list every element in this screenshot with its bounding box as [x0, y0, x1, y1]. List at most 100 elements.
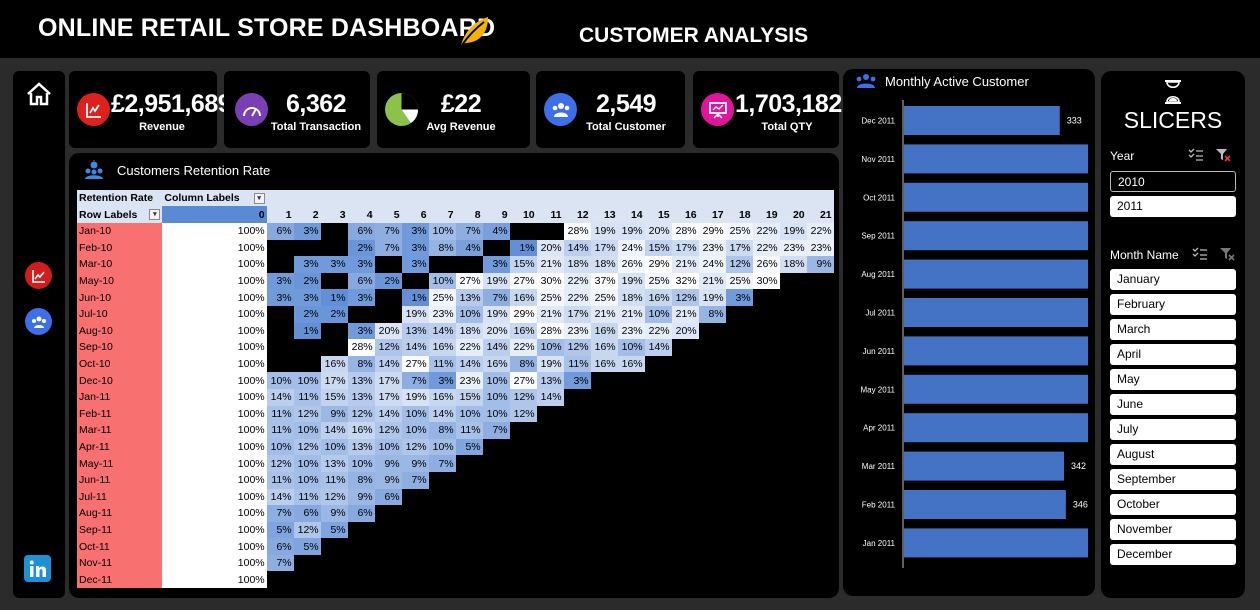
year-option-2010[interactable]: 2010 [1110, 171, 1236, 192]
table-row: Sep-10 100% 28% 12% 14% 16% 22% 14% 22% 10% 12% 16%… [77, 339, 834, 356]
retention-cell: 23% [698, 239, 726, 257]
month-option[interactable]: September [1110, 469, 1236, 490]
retention-cell: 10% [644, 305, 672, 323]
month-option[interactable]: February [1110, 294, 1236, 315]
table-row: Mar-10 100% 3% 3% 3% 3% 3% 15% 21% 18% 18% 26% 29% 21… [77, 256, 834, 273]
month-option[interactable]: March [1110, 319, 1236, 340]
retention-cell: 14% [428, 322, 456, 340]
retention-cell [536, 488, 564, 506]
column-header: 7 [428, 206, 456, 223]
home-icon[interactable] [24, 81, 54, 107]
retention-cell: 9% [401, 455, 429, 472]
retention-cell [428, 571, 456, 589]
trend-chart-icon [77, 93, 110, 126]
retention-cell: 22% [752, 223, 780, 240]
retention-cell [671, 538, 699, 555]
column-labels-text: Column Labels [164, 192, 240, 204]
retention-cell: 14% [374, 355, 402, 373]
table-row: Oct-10 100% 16% 8% 14% 27% 11% 14% 16% 8% 19% 11% 16… [77, 355, 834, 373]
retention-cell [698, 322, 726, 340]
retention-cell: 8% [347, 355, 375, 373]
retention-cell [401, 554, 429, 572]
retention-cell [455, 455, 483, 472]
retention-cell: 11% [266, 471, 294, 489]
filter-dropdown-icon[interactable]: ▾ [253, 192, 265, 204]
retention-cell: 37% [590, 272, 618, 290]
category-label: May 2011 [860, 385, 895, 394]
retention-cell [590, 521, 618, 539]
retention-cell: 13% [347, 388, 375, 406]
row-label: Jul-10 [77, 305, 163, 323]
retention-cell: 20% [482, 322, 510, 340]
retention-cell: 9% [374, 455, 402, 472]
retention-table: Retention Rate Column Labels ▾ Row Labels ▾ 0… [77, 190, 834, 589]
retention-cell [590, 505, 618, 522]
month-option[interactable]: July [1110, 419, 1236, 440]
retention-cell [752, 505, 780, 522]
retention-cell [644, 422, 672, 439]
month-option[interactable]: January [1110, 269, 1236, 290]
column-labels-header: Column Labels ▾ [162, 190, 267, 206]
month-option[interactable]: April [1110, 344, 1236, 365]
retention-cell [752, 339, 780, 356]
retention-cell: 20% [374, 322, 402, 340]
year-option-2011[interactable]: 2011 [1110, 196, 1236, 217]
retention-cell [401, 571, 429, 589]
multi-select-icon[interactable] [1188, 148, 1204, 167]
pivot-columns-row: Row Labels ▾ 0 1 2 3 4 5 6 7 8 9 10 11 12 13 14 15 16 17 18 1… [77, 206, 834, 223]
table-row: Feb-11 100% 11% 12% 9% 12% 14% 10% 14% 10% 10% 12% [77, 405, 834, 423]
retention-cell [428, 256, 456, 273]
retention-cell: 21% [617, 305, 645, 323]
multi-select-icon[interactable] [1192, 247, 1208, 266]
customers-icon[interactable] [25, 308, 52, 335]
retention-cell [806, 388, 834, 406]
retention-cell [509, 571, 537, 589]
linkedin-icon[interactable] [24, 555, 51, 582]
retention-cell [455, 256, 483, 273]
retention-cell: 29% [644, 256, 672, 273]
column-header: 4 [347, 206, 375, 223]
retention-base-cell: 100% [162, 505, 267, 522]
retention-cell [536, 521, 564, 539]
clear-filter-icon[interactable] [1215, 148, 1231, 167]
retention-cell [509, 438, 537, 456]
retention-cell: 21% [536, 256, 564, 273]
retention-cell [644, 505, 672, 522]
retention-cell: 7% [266, 505, 294, 522]
row-label: Jan-11 [77, 388, 163, 406]
filter-dropdown-icon[interactable]: ▾ [149, 209, 161, 221]
table-row: Nov-11 100% 7% [77, 554, 834, 572]
month-option[interactable]: October [1110, 494, 1236, 515]
retention-base-cell: 100% [162, 239, 267, 257]
month-option[interactable]: November [1110, 519, 1236, 540]
retention-cell: 16% [590, 322, 618, 340]
month-option[interactable]: August [1110, 444, 1236, 465]
clear-filter-icon[interactable] [1219, 247, 1235, 266]
table-row: Jul-11 100% 14% 11% 12% 9% 6% [77, 488, 834, 506]
chart-icon[interactable] [25, 262, 52, 289]
retention-cell: 5% [320, 521, 348, 539]
retention-cell [563, 405, 591, 423]
retention-cell [320, 339, 348, 356]
retention-cell: 32% [671, 272, 699, 290]
retention-cell [806, 422, 834, 439]
retention-cell: 8% [698, 305, 726, 323]
retention-cell: 17% [374, 388, 402, 406]
retention-base-cell: 100% [162, 388, 267, 406]
monthly-active-chart: Dec 2011333Nov 2011429Oct 2011406Sep 201… [860, 100, 1088, 568]
retention-cell [374, 289, 402, 306]
retention-cell [563, 388, 591, 406]
retention-cell [779, 455, 807, 472]
bar [904, 182, 1088, 212]
retention-cell: 11% [428, 355, 456, 373]
retention-cell [563, 488, 591, 506]
retention-cell [806, 521, 834, 539]
retention-cell [752, 355, 780, 373]
month-option[interactable]: December [1110, 544, 1236, 565]
retention-cell [266, 571, 294, 589]
retention-cell: 10% [293, 455, 321, 472]
month-option[interactable]: May [1110, 369, 1236, 390]
retention-cell: 6% [347, 505, 375, 522]
month-option[interactable]: June [1110, 394, 1236, 415]
retention-cell: 14% [455, 355, 483, 373]
